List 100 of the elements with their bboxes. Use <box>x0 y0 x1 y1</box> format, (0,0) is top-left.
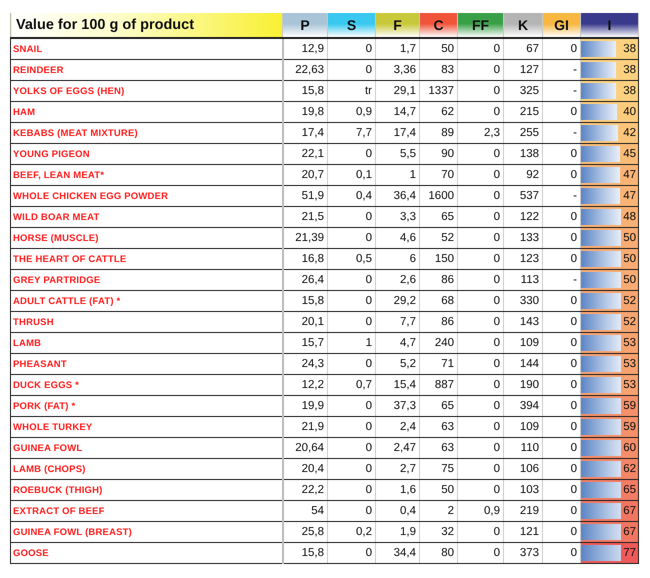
table-cell: 25,8 <box>282 522 328 542</box>
table-cell: 0 <box>458 186 504 206</box>
index-value: 67 <box>621 522 638 542</box>
product-name: DUCK EGGS * <box>10 374 282 396</box>
table-cell: 20,7 <box>282 164 328 186</box>
table-cell: 122 <box>504 206 542 228</box>
product-name: GOOSE <box>10 542 282 564</box>
table-cell: 3,3 <box>376 206 420 228</box>
table-cell: 3,36 <box>376 60 420 80</box>
index-value: 60 <box>621 438 638 458</box>
product-name: EXTRACT OF BEEF <box>10 500 282 522</box>
table-cell: 0 <box>458 164 504 186</box>
table-cell: 0 <box>458 354 504 374</box>
product-name: LAMB (CHOPS) <box>10 458 282 480</box>
table-cell: tr <box>328 80 376 102</box>
table-cell: 0 <box>458 542 504 564</box>
index-value: 50 <box>621 249 638 269</box>
column-header: S <box>328 13 376 38</box>
table-cell: 150 <box>420 248 458 270</box>
product-name: KEBABS (MEAT MIXTURE) <box>10 122 282 144</box>
table-cell: 330 <box>504 290 542 312</box>
table-cell: 2,3 <box>458 122 504 144</box>
table-cell: 0 <box>328 500 376 522</box>
table-cell: 20,64 <box>282 438 328 458</box>
table-cell: 0 <box>328 228 376 248</box>
index-value: 62 <box>621 459 638 479</box>
table-cell: 0,2 <box>328 522 376 542</box>
table-cell: 50 <box>420 480 458 500</box>
table-cell: 86 <box>420 312 458 332</box>
table-cell: 1,9 <box>376 522 420 542</box>
table-cell: 20,1 <box>282 312 328 332</box>
column-header: C <box>420 13 458 38</box>
product-name: GUINEA FOWL (BREAST) <box>10 522 282 542</box>
table-cell: 65 <box>420 206 458 228</box>
table-cell: 5,5 <box>376 144 420 164</box>
column-header: FF <box>458 13 504 38</box>
index-value: 50 <box>621 228 638 248</box>
table-cell: 219 <box>504 500 542 522</box>
table-cell: 1 <box>376 164 420 186</box>
table-cell: 16,8 <box>282 248 328 270</box>
table-cell: 0 <box>328 438 376 458</box>
table-cell: 2 <box>420 500 458 522</box>
table-cell: 63 <box>420 416 458 438</box>
index-value: 52 <box>621 291 638 311</box>
product-name: ROEBUCK (THIGH) <box>10 480 282 500</box>
table-cell: 4,7 <box>376 332 420 354</box>
table-cell: 0 <box>328 144 376 164</box>
product-name: YOUNG PIGEON <box>10 144 282 164</box>
table-cell: 1337 <box>420 80 458 102</box>
table-cell: 113 <box>504 270 542 290</box>
table-cell: 121 <box>504 522 542 542</box>
table-cell: 68 <box>420 290 458 312</box>
table-cell: 15,8 <box>282 290 328 312</box>
table-cell: 29,2 <box>376 290 420 312</box>
table-cell: 0 <box>458 60 504 80</box>
table-cell: 1,7 <box>376 38 420 60</box>
table-cell: 0 <box>328 290 376 312</box>
table-cell: 0 <box>328 206 376 228</box>
table-cell: 21,39 <box>282 228 328 248</box>
table-cell: 0 <box>458 416 504 438</box>
table-cell: 0 <box>328 458 376 480</box>
index-value: 65 <box>621 480 638 500</box>
product-name: GUINEA FOWL <box>10 438 282 458</box>
table-cell: 29,1 <box>376 80 420 102</box>
product-name: HORSE (MUSCLE) <box>10 228 282 248</box>
index-value: 67 <box>621 501 638 521</box>
table-cell: 144 <box>504 354 542 374</box>
table-cell: 20,4 <box>282 458 328 480</box>
table-cell: 0 <box>458 80 504 102</box>
table-cell: 0 <box>328 354 376 374</box>
table-cell: 0 <box>328 480 376 500</box>
table-cell: 240 <box>420 332 458 354</box>
table-cell: 0 <box>458 312 504 332</box>
product-name: WHOLE TURKEY <box>10 416 282 438</box>
table-cell: 65 <box>420 396 458 416</box>
product-name: GREY PARTRIDGE <box>10 270 282 290</box>
table-cell: 63 <box>420 438 458 458</box>
table-cell: 887 <box>420 374 458 396</box>
table-cell: 26,4 <box>282 270 328 290</box>
table-cell: 1600 <box>420 186 458 206</box>
table-cell: 0 <box>458 270 504 290</box>
table-cell: 0 <box>328 38 376 60</box>
table-cell: 103 <box>504 480 542 500</box>
product-name: LAMB <box>10 332 282 354</box>
table-cell: 0 <box>328 396 376 416</box>
table-cell: 52 <box>420 228 458 248</box>
table-cell: 127 <box>504 60 542 80</box>
product-name: ADULT CATTLE (FAT) * <box>10 290 282 312</box>
index-value: 53 <box>621 333 638 353</box>
index-value: 77 <box>621 543 638 563</box>
table-cell: 0 <box>328 270 376 290</box>
table-cell: 255 <box>504 122 542 144</box>
table-cell: 325 <box>504 80 542 102</box>
product-name: THE HEART OF CATTLE <box>10 248 282 270</box>
table-cell: 62 <box>420 102 458 122</box>
table-cell: 0,4 <box>328 186 376 206</box>
table-cell: 70 <box>420 164 458 186</box>
table-cell: 0 <box>458 102 504 122</box>
table-cell: 2,6 <box>376 270 420 290</box>
table-cell: 22,2 <box>282 480 328 500</box>
